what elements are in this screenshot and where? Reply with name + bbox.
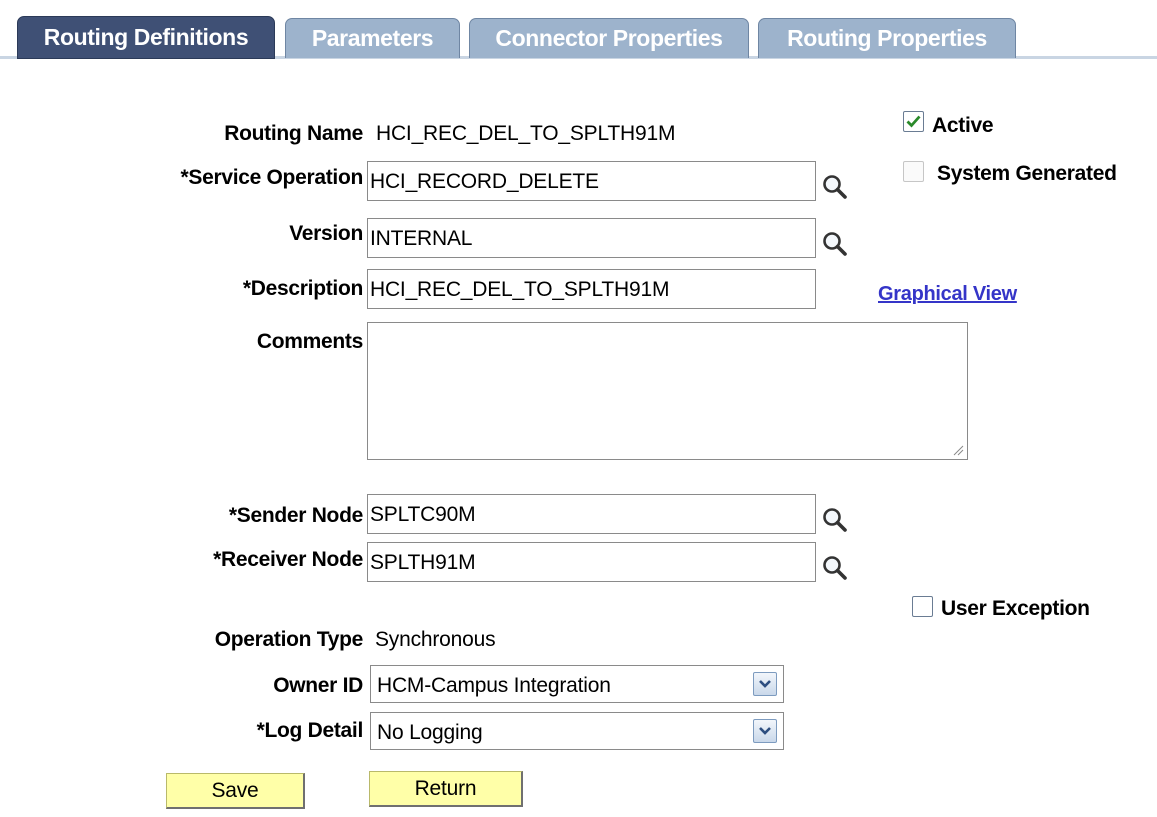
- routing-name-value: HCI_REC_DEL_TO_SPLTH91M: [376, 122, 676, 145]
- active-label: Active: [932, 114, 994, 137]
- operation-type-label: Operation Type: [214, 628, 364, 651]
- owner-id-dropdown-button[interactable]: [753, 672, 777, 696]
- log-detail-selected-value: No Logging: [377, 721, 483, 744]
- receiver-node-row: *Receiver Node: [0, 548, 363, 578]
- tab-parameters[interactable]: Parameters: [285, 18, 460, 58]
- sender-node-label: *Sender Node: [228, 504, 363, 527]
- comments-label: Comments: [256, 330, 363, 353]
- tab-bar: Routing Definitions Parameters Connector…: [0, 0, 1157, 62]
- description-row: *Description: [0, 277, 363, 307]
- description-label: *Description: [242, 277, 363, 300]
- system-generated-label: System Generated: [937, 162, 1117, 185]
- log-detail-label: *Log Detail: [256, 719, 364, 742]
- receiver-node-lookup-icon[interactable]: [820, 553, 850, 583]
- log-detail-select[interactable]: No Logging: [370, 712, 784, 750]
- user-exception-checkbox[interactable]: [912, 596, 933, 617]
- comments-row: Comments: [0, 330, 363, 360]
- service-operation-field[interactable]: HCI_RECORD_DELETE: [367, 161, 816, 201]
- chevron-down-icon: [759, 680, 771, 688]
- operation-type-row: Operation Type: [0, 628, 364, 658]
- active-checkbox[interactable]: [903, 111, 924, 132]
- user-exception-label: User Exception: [941, 597, 1090, 620]
- operation-type-value: Synchronous: [375, 628, 496, 651]
- log-detail-row: *Log Detail: [0, 719, 364, 749]
- routing-name-label: Routing Name: [224, 122, 363, 145]
- system-generated-checkbox: [903, 161, 924, 182]
- return-button[interactable]: Return: [369, 771, 523, 807]
- receiver-node-label: *Receiver Node: [213, 548, 363, 571]
- version-label: Version: [289, 222, 363, 245]
- sender-node-field[interactable]: SPLTC90M: [367, 494, 816, 534]
- version-row: Version: [0, 222, 363, 252]
- tab-routing-definitions[interactable]: Routing Definitions: [17, 16, 275, 59]
- resize-grip-icon[interactable]: [952, 444, 964, 456]
- owner-id-row: Owner ID: [0, 674, 363, 704]
- routing-name-row: Routing Name: [0, 122, 363, 152]
- service-operation-label: *Service Operation: [180, 166, 363, 189]
- sender-node-lookup-icon[interactable]: [820, 505, 850, 535]
- version-lookup-icon[interactable]: [820, 229, 850, 259]
- service-operation-lookup-icon[interactable]: [820, 172, 850, 202]
- sender-node-row: *Sender Node: [0, 504, 363, 534]
- owner-id-select[interactable]: HCM-Campus Integration: [370, 665, 784, 703]
- save-button[interactable]: Save: [166, 773, 305, 809]
- description-field[interactable]: HCI_REC_DEL_TO_SPLTH91M: [367, 269, 816, 309]
- owner-id-label: Owner ID: [273, 674, 363, 697]
- log-detail-dropdown-button[interactable]: [753, 719, 777, 743]
- checkmark-icon: [906, 115, 921, 128]
- tab-connector-properties[interactable]: Connector Properties: [469, 18, 749, 58]
- chevron-down-icon: [759, 727, 771, 735]
- version-field[interactable]: INTERNAL: [367, 218, 816, 258]
- comments-textarea[interactable]: [367, 322, 968, 460]
- tab-routing-properties[interactable]: Routing Properties: [758, 18, 1016, 58]
- receiver-node-field[interactable]: SPLTH91M: [367, 542, 816, 582]
- owner-id-selected-value: HCM-Campus Integration: [377, 674, 611, 697]
- service-operation-row: *Service Operation: [0, 166, 363, 196]
- graphical-view-link[interactable]: Graphical View: [878, 283, 1017, 306]
